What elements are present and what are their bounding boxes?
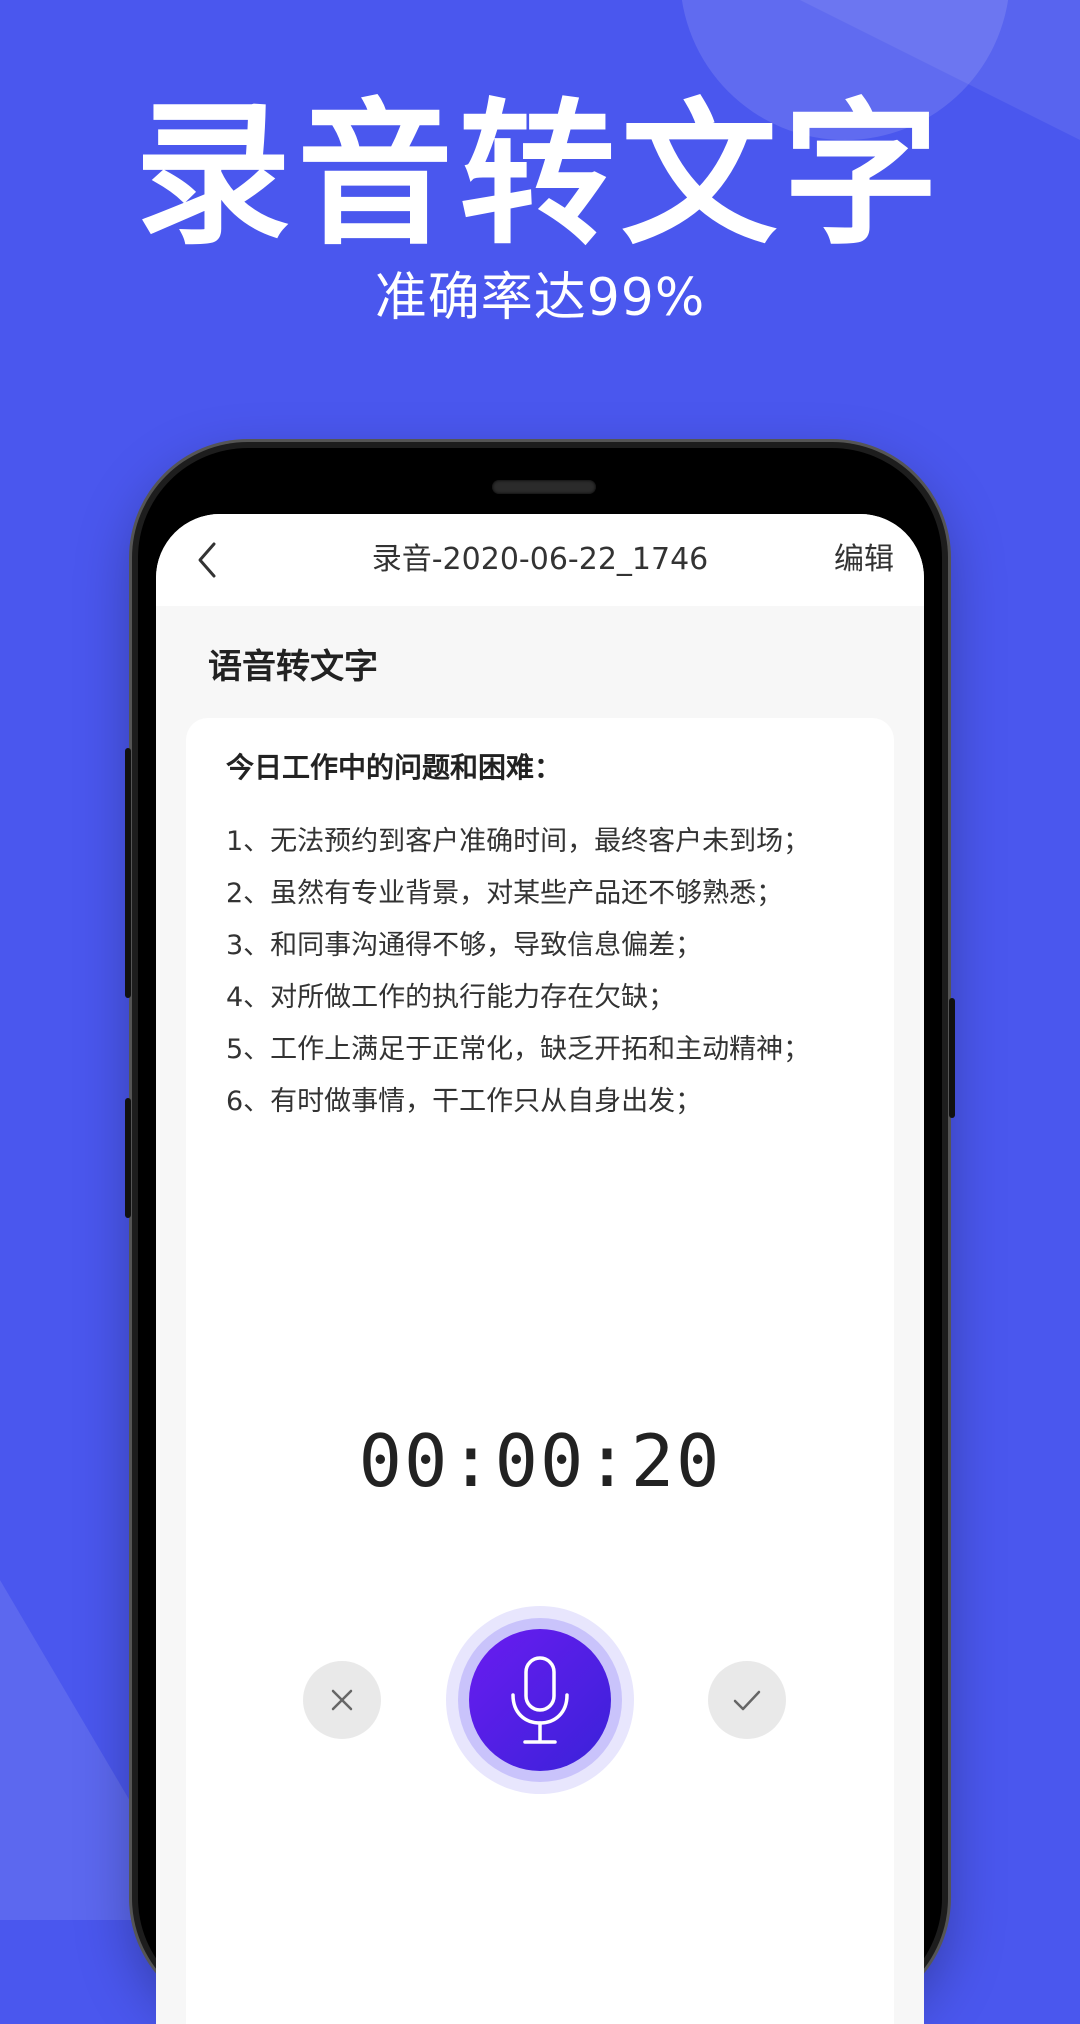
- phone-side-button: [125, 1098, 131, 1218]
- microphone-icon: [511, 1656, 569, 1744]
- transcript-card: 今日工作中的问题和困难： 1、无法预约到客户准确时间，最终客户未到场； 2、虽然…: [186, 718, 894, 2024]
- mic-button-halo: [446, 1606, 634, 1794]
- list-item: 6、有时做事情，干工作只从自身出发；: [226, 1086, 703, 1117]
- recording-timer: 00:00:20: [358, 1419, 722, 1503]
- phone-screen: 录音-2020-06-22_1746 编辑 语音转文字 今日工作中的问题和困难：…: [156, 514, 924, 2024]
- transcript-heading: 今日工作中的问题和困难：: [226, 751, 563, 784]
- hero-subtitle: 准确率达99%: [374, 268, 706, 328]
- edit-button[interactable]: 编辑: [834, 538, 894, 582]
- section-title: 语音转文字: [208, 647, 378, 687]
- list-item: 1、无法预约到客户准确时间，最终客户未到场；: [226, 826, 811, 857]
- phone-power-button: [949, 998, 955, 1118]
- record-button[interactable]: [469, 1629, 611, 1771]
- list-item: 4、对所做工作的执行能力存在欠缺；: [226, 982, 676, 1013]
- close-icon: [331, 1689, 353, 1711]
- checkmark-icon: [733, 1690, 761, 1711]
- app-bar: 录音-2020-06-22_1746 编辑: [156, 514, 924, 606]
- phone-speaker: [492, 480, 596, 494]
- list-item: 5、工作上满足于正常化，缺乏开拓和主动精神；: [226, 1034, 811, 1065]
- phone-volume-button: [125, 748, 131, 998]
- confirm-button[interactable]: [708, 1661, 786, 1739]
- recording-title: 录音-2020-06-22_1746: [371, 542, 709, 577]
- cancel-button[interactable]: [303, 1661, 381, 1739]
- list-item: 3、和同事沟通得不够，导致信息偏差；: [226, 930, 703, 961]
- list-item: 2、虽然有专业背景，对某些产品还不够熟悉；: [226, 878, 784, 909]
- hero-title: 录音转文字: [135, 84, 945, 266]
- transcript-list: 1、无法预约到客户准确时间，最终客户未到场； 2、虽然有专业背景，对某些产品还不…: [226, 816, 810, 1128]
- phone-mockup: 录音-2020-06-22_1746 编辑 语音转文字 今日工作中的问题和困难：…: [125, 448, 955, 2024]
